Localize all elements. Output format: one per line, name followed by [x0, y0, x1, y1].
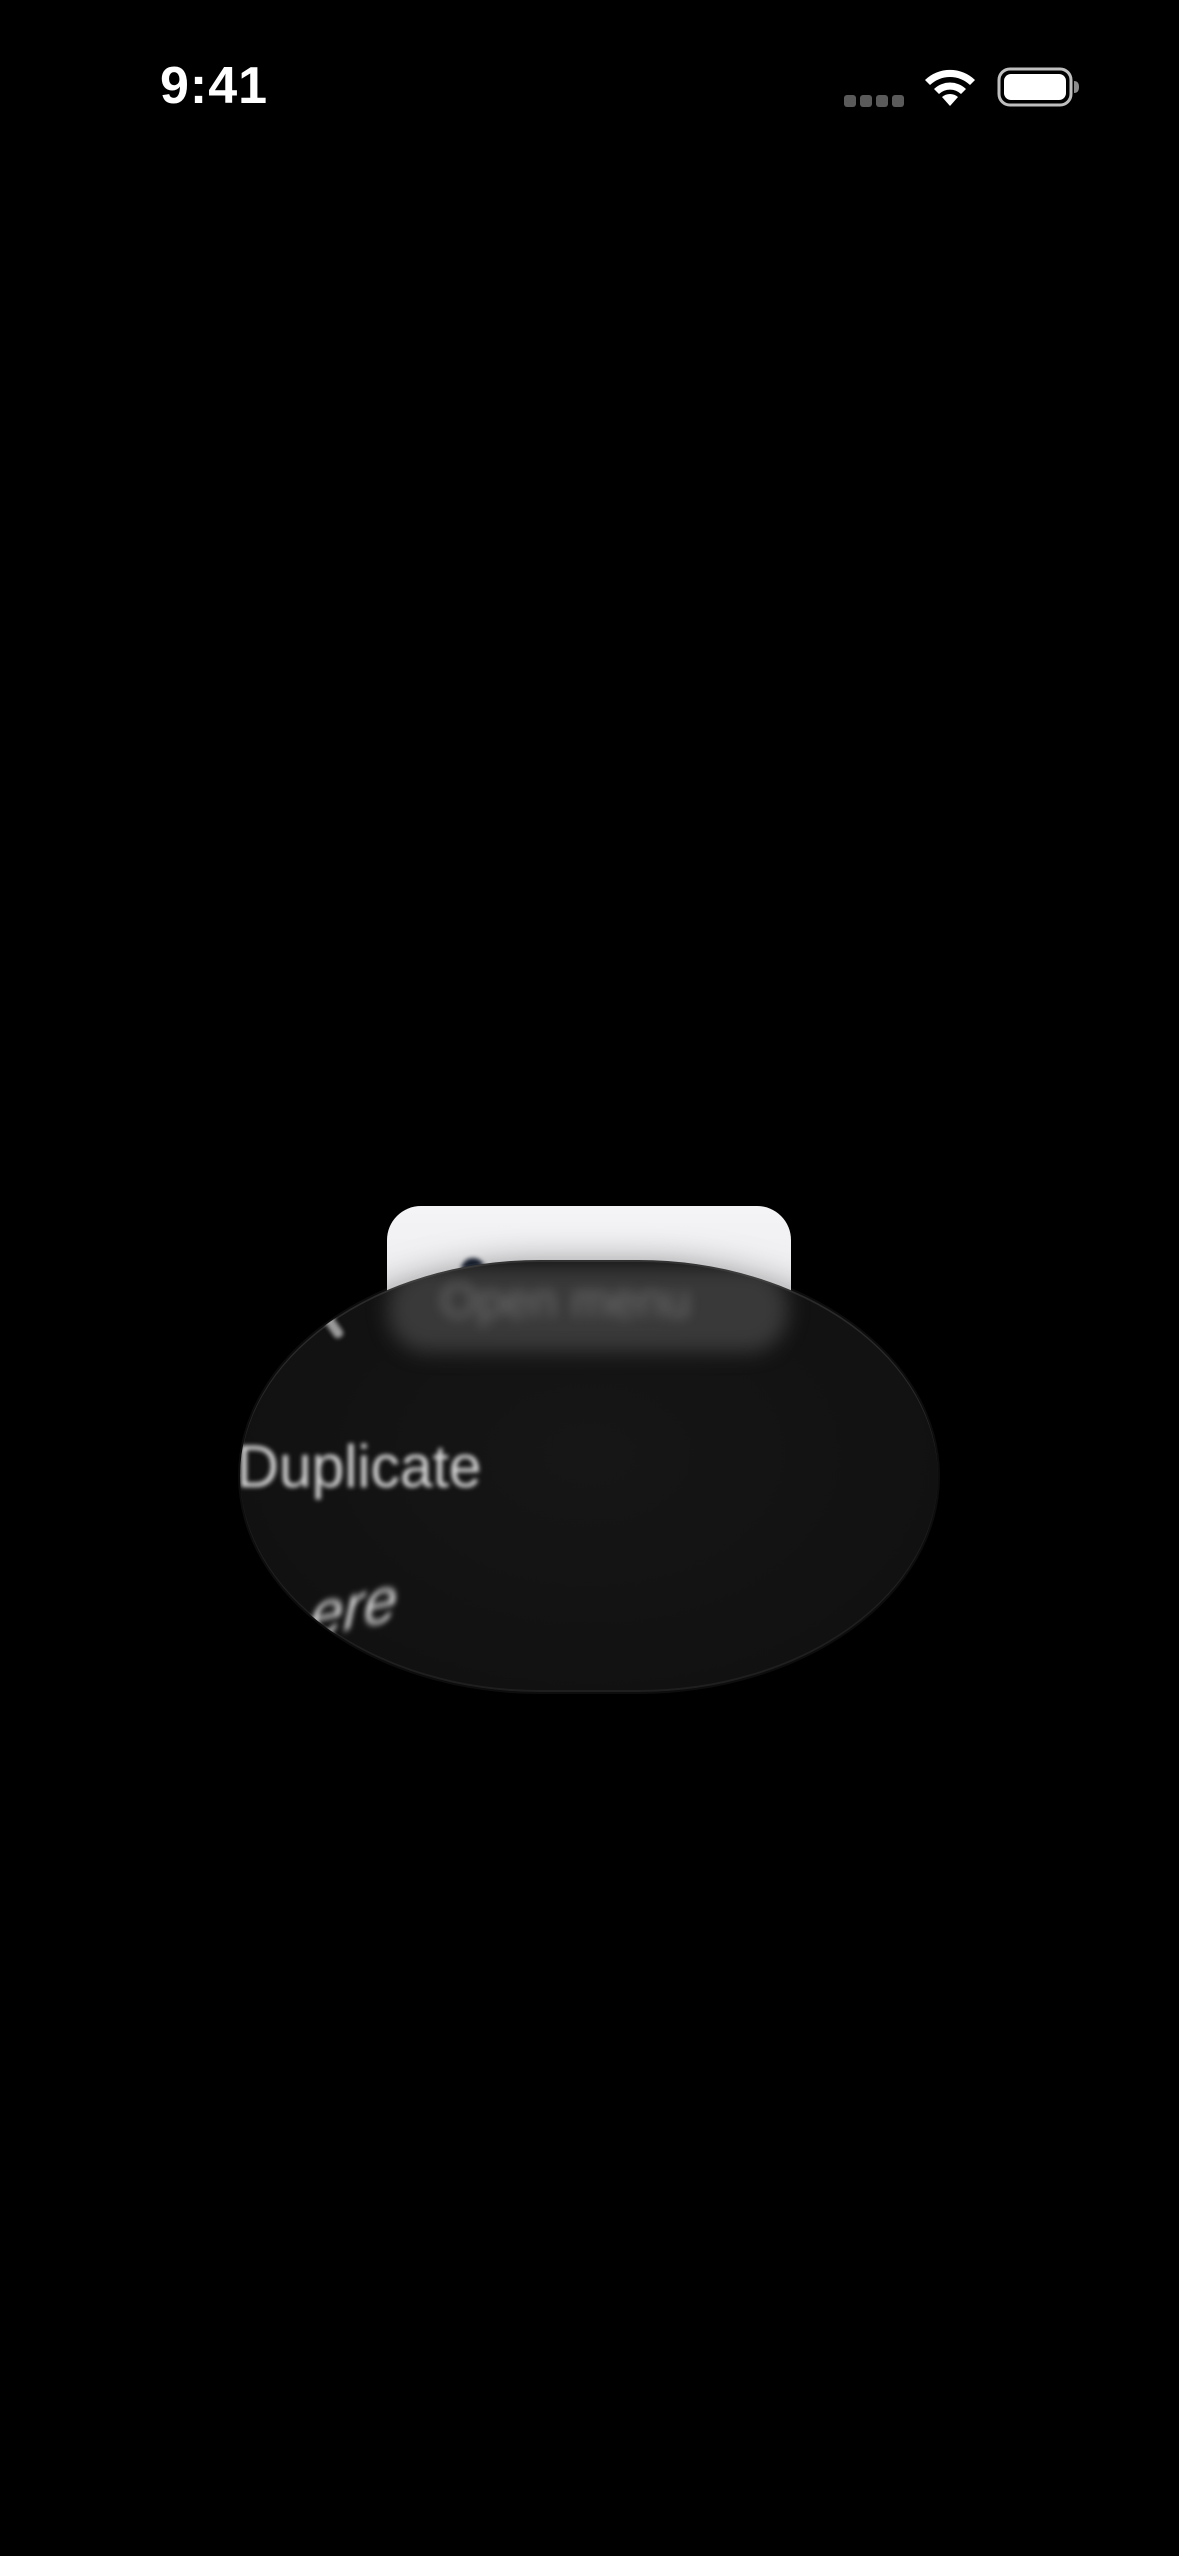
wifi-icon	[925, 69, 975, 106]
battery-icon	[997, 67, 1079, 107]
status-bar: 9:41	[0, 0, 1179, 170]
menu-item-open[interactable]: Open menu	[440, 1274, 691, 1329]
status-time: 9:41	[160, 57, 269, 115]
context-menu: Open menu Duplicate ere	[240, 1260, 938, 1692]
menu-item-close[interactable]: ere	[309, 1562, 399, 1654]
menu-item-icon	[317, 1306, 345, 1340]
menu-item-duplicate[interactable]: Duplicate	[240, 1432, 482, 1501]
cellular-signal-icon	[844, 95, 904, 107]
